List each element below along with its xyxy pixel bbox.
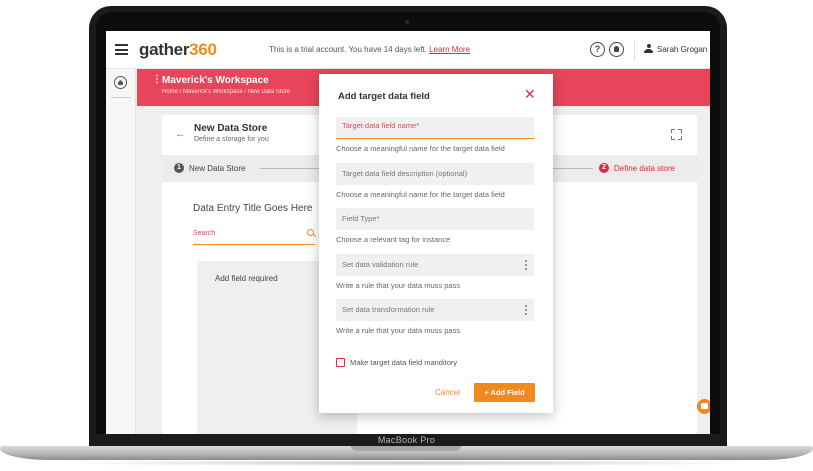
entry-title: Data Entry Title Goes Here [193,203,313,214]
validation-rule-field[interactable]: Set data validation rule [336,254,534,276]
topbar-divider [634,40,635,60]
user-icon[interactable] [644,44,653,54]
modal-title: Add target data field [338,91,430,102]
target-field-description-input[interactable]: Target data field description (optional) [336,163,534,185]
expand-icon[interactable] [671,129,682,140]
field-help-text: Choose a meaningful name for the target … [336,144,505,153]
field-label: Target data field name* [342,121,420,130]
home-icon[interactable] [114,76,127,89]
side-rail [106,69,136,434]
laptop-shadow [40,460,773,466]
field-help-text: Write a rule that your data muss pass [336,326,461,335]
learn-more-link[interactable]: Learn More [429,45,470,54]
chat-icon[interactable] [697,399,710,414]
step-1-number: 1 [174,163,184,173]
field-label: Field Type* [342,214,380,223]
help-icon[interactable]: ? [590,42,605,57]
logo-suffix: 360 [189,40,217,59]
app-screen: gather360 This is a trial account. You h… [106,31,710,434]
field-label: Set data transformation rule [342,305,435,314]
mandatory-checkbox[interactable] [336,358,345,367]
top-bar: gather360 This is a trial account. You h… [106,31,710,69]
breadcrumb[interactable]: Home / Maverick's Workspace / New Data S… [162,89,317,95]
target-field-name-input[interactable]: Target data field name* [336,117,534,139]
laptop-mockup: gather360 This is a trial account. You h… [0,0,813,471]
field-help-text: Write a rule that your data muss pass [336,281,461,290]
field-help-text: Choose a relevant tag for instance [336,235,451,244]
step-1-label[interactable]: New Data Store [189,164,245,173]
add-field-required-label: Add field required [215,274,278,283]
camera-icon [405,20,409,24]
close-icon[interactable]: ✕ [524,87,536,101]
cancel-button[interactable]: Cancel [435,388,460,397]
page-title: New Data Store [194,123,268,134]
search-label: Search [193,230,216,237]
field-type-select[interactable]: Field Type* [336,208,534,230]
back-arrow-icon[interactable]: ← [175,128,186,140]
trial-banner: This is a trial account. You have 14 day… [269,45,470,54]
workspace-menu-icon[interactable]: ⋮ [152,75,162,85]
trial-text: This is a trial account. You have 14 day… [269,45,427,54]
step-2-label[interactable]: Define data store [614,164,675,173]
add-field-button[interactable]: + Add Field [474,383,535,402]
menu-icon[interactable] [115,44,128,55]
workspace-title: Maverick's Workspace [162,75,269,86]
more-options-icon[interactable] [525,260,527,270]
field-label: Set data validation rule [342,260,419,269]
user-name[interactable]: Sarah Grogan [657,45,707,54]
field-help-text: Choose a meaningful name for the target … [336,190,505,199]
step-connector [260,168,320,169]
notification-icon[interactable] [609,42,624,57]
more-options-icon[interactable] [525,305,527,315]
add-target-field-modal: Add target data field ✕ Target data fiel… [319,74,553,413]
mandatory-checkbox-label[interactable]: Make target data field manditory [350,358,457,367]
laptop-notch [351,446,461,451]
app-logo[interactable]: gather360 [139,40,217,60]
search-icon[interactable] [307,229,314,236]
step-connector [547,168,593,169]
device-label: MacBook Pro [377,435,436,445]
search-input[interactable]: Search [193,227,315,245]
step-2-number: 2 [599,163,609,173]
page-subtitle: Define a storage for you [194,136,269,143]
rail-divider [111,97,131,98]
logo-prefix: gather [139,40,190,59]
transformation-rule-field[interactable]: Set data transformation rule [336,299,534,321]
field-label: Target data field description (optional) [342,169,468,178]
